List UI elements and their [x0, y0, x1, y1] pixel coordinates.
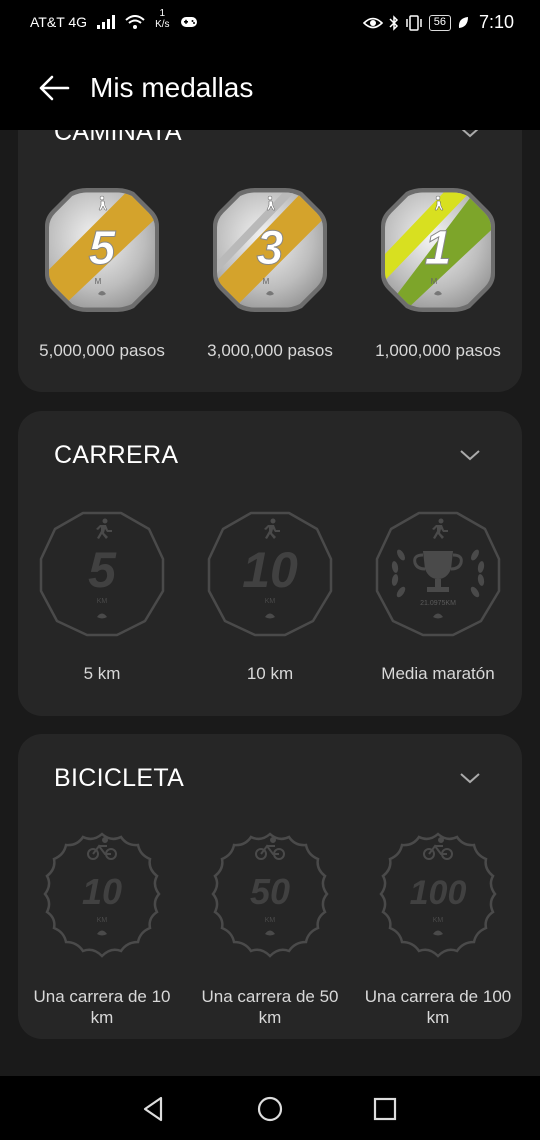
section-title: CARRERA: [54, 441, 179, 469]
trophy-icon: [413, 551, 463, 592]
medal-unit: KM: [97, 598, 108, 605]
running-icon: [432, 518, 448, 539]
medal-number: 1: [425, 222, 452, 275]
medal-label: 10 km: [246, 664, 294, 683]
brand-logo-icon: [433, 930, 443, 936]
cycling-icon: [255, 837, 285, 860]
brand-logo-icon: [265, 930, 275, 936]
medal-item[interactable]: 10 KM 10 km: [186, 507, 354, 684]
medal-item[interactable]: 50 KM Una carrera de 50 km: [186, 830, 354, 1028]
wifi-icon: [125, 15, 145, 29]
medal-unit: KM: [265, 917, 276, 924]
medal-item[interactable]: 21.0975KM Media maratón: [354, 507, 522, 684]
back-arrow-icon: [39, 75, 70, 101]
medal-number: 50: [250, 871, 290, 912]
section-title: CAMINATA: [54, 130, 182, 146]
section-card-carrera: CARRERA 5 KM 5 km 10 KM 10 km 21.0975KM …: [18, 411, 522, 716]
medal-unit: M: [95, 277, 102, 286]
medal-item[interactable]: 1 M 1,000,000 pasos: [354, 184, 522, 361]
medal-item[interactable]: 10 KM Una carrera de 10 km: [18, 830, 186, 1028]
cycling-medal-100km: 100 KM: [379, 832, 497, 958]
app-header: Mis medallas: [0, 46, 540, 130]
medal-label: 5,000,000 pasos: [39, 341, 165, 360]
vibrate-icon: [405, 14, 422, 31]
medal-unit: 21.0975KM: [420, 600, 456, 607]
running-icon: [264, 518, 280, 539]
medal-label: Una carrera de 50 km: [201, 987, 339, 1027]
medal-number: 10: [242, 542, 298, 598]
medal-unit: KM: [433, 917, 444, 924]
medal-unit: KM: [265, 598, 276, 605]
bluetooth-icon: [389, 14, 398, 31]
clock: 7:10: [478, 12, 514, 32]
leaf-icon: [458, 16, 468, 28]
cycling-medal-10km: 10 KM: [43, 832, 161, 958]
running-medal-5km: 5 KM: [39, 511, 165, 637]
medal-unit: KM: [97, 917, 108, 924]
nav-home-icon[interactable]: [255, 1094, 285, 1124]
medal-number: 5: [88, 542, 117, 598]
cycling-medal-50km: 50 KM: [211, 832, 329, 958]
battery-indicator: 56: [428, 14, 451, 31]
carrier-label: AT&T 4G: [30, 14, 88, 30]
medal-label: 5 km: [83, 664, 121, 683]
brand-logo-icon: [433, 613, 443, 619]
medals-scroll-area[interactable]: CAMINATA 5 M 5,000,000 pasos 3 M 3,000,0…: [0, 130, 540, 1076]
section-card-caminata: CAMINATA 5 M 5,000,000 pasos 3 M 3,000,0…: [18, 130, 522, 392]
medal-number: 100: [410, 874, 467, 912]
status-bar: AT&T 4G 1 K/s 56 7:10: [0, 0, 540, 46]
half-marathon-medal: 21.0975KM: [375, 511, 501, 637]
medal-unit: M: [263, 277, 270, 286]
medal-number: 10: [82, 871, 122, 912]
nav-recents-icon[interactable]: [370, 1094, 400, 1124]
medal-item[interactable]: 3 M 3,000,000 pasos: [186, 184, 354, 361]
cycling-icon: [87, 837, 117, 860]
system-navigation-bar: [0, 1076, 540, 1140]
page-title: Mis medallas: [90, 72, 254, 103]
nav-back-icon[interactable]: [139, 1094, 169, 1124]
cycling-icon: [423, 837, 453, 860]
medal-label: Una carrera de 10 km: [33, 987, 171, 1027]
brand-logo-icon: [97, 930, 107, 936]
eye-icon: [362, 17, 383, 28]
section-card-bicicleta: BICICLETA 10 KM Una carrera de 10 km 50 …: [18, 734, 522, 1039]
medal-unit: M: [431, 277, 438, 286]
medal-label: Media maratón: [381, 664, 495, 683]
medal-label: Una carrera de 100 km: [364, 987, 512, 1027]
medal-item[interactable]: 5 KM 5 km: [18, 507, 186, 684]
signal-icon: [97, 15, 116, 29]
running-icon: [96, 518, 112, 539]
brand-logo-icon: [97, 613, 107, 619]
medal-label: 3,000,000 pasos: [207, 341, 333, 360]
chevron-down-icon[interactable]: [458, 447, 482, 463]
medal-label: 1,000,000 pasos: [375, 341, 501, 360]
medal-item[interactable]: 5 M 5,000,000 pasos: [18, 184, 186, 361]
medal-number: 3: [257, 222, 284, 275]
chevron-down-icon[interactable]: [458, 130, 482, 140]
section-title: BICICLETA: [54, 764, 185, 792]
running-medal-10km: 10 KM: [207, 511, 333, 637]
medal-item[interactable]: 100 KM Una carrera de 100 km: [354, 830, 522, 1028]
walking-medal-1m: 1 M: [381, 188, 495, 312]
brand-logo-icon: [265, 613, 275, 619]
network-speed: 1 K/s: [155, 8, 170, 30]
chevron-down-icon[interactable]: [458, 770, 482, 786]
walking-medal-3m: 3 M: [213, 188, 327, 312]
walking-medal-5m: 5 M: [45, 188, 159, 312]
gamepad-icon: [180, 17, 197, 27]
medal-number: 5: [89, 222, 117, 275]
back-button[interactable]: [32, 68, 76, 108]
